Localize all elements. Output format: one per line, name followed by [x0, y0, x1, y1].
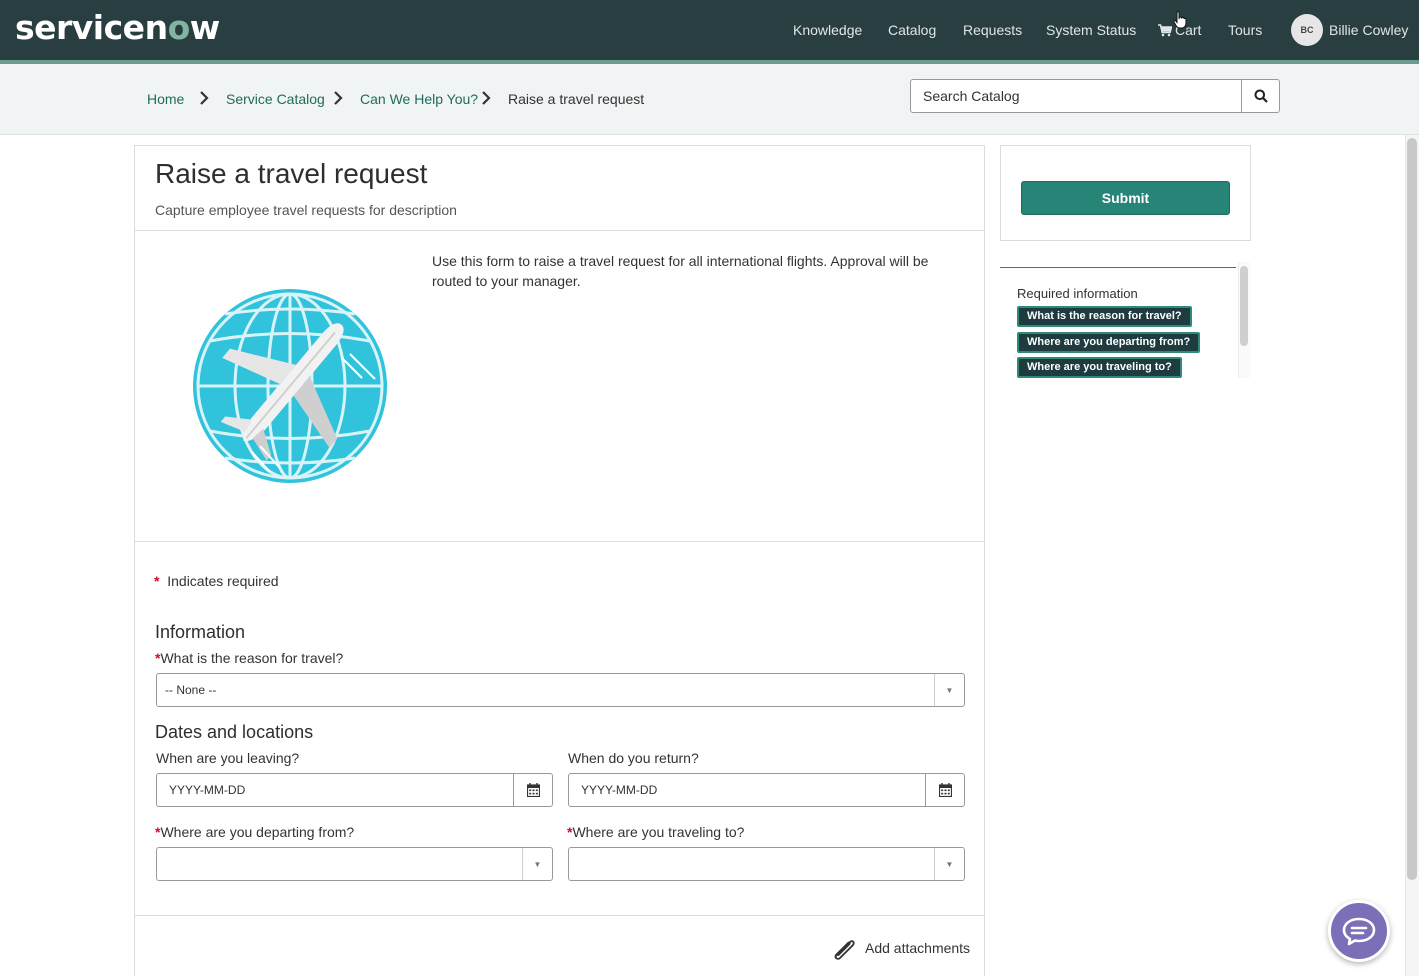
- nav-system-status[interactable]: System Status: [1046, 0, 1136, 60]
- calendar-button[interactable]: [925, 774, 964, 806]
- chevron-down-icon: ▼: [934, 848, 964, 880]
- page-subtitle: Capture employee travel requests for des…: [155, 202, 457, 218]
- nav-tours[interactable]: Tours: [1228, 0, 1262, 60]
- required-note: * Indicates required: [154, 573, 279, 589]
- section-information: Information: [155, 622, 246, 642]
- leaving-date-value: YYYY-MM-DD: [169, 783, 246, 797]
- leaving-date-field[interactable]: YYYY-MM-DD: [156, 773, 553, 807]
- nav-catalog[interactable]: Catalog: [888, 0, 936, 60]
- chat-button[interactable]: [1328, 900, 1390, 962]
- breadcrumb-home[interactable]: Home: [147, 91, 184, 107]
- search-icon: [1254, 89, 1268, 103]
- breadcrumb-service-catalog[interactable]: Service Catalog: [226, 91, 325, 107]
- required-info-scroll-thumb[interactable]: [1240, 266, 1248, 346]
- page-title: Raise a travel request: [155, 158, 428, 189]
- search-button[interactable]: [1241, 79, 1280, 113]
- catalog-item-card: Raise a travel request Capture employee …: [134, 145, 985, 976]
- calendar-icon: [526, 783, 540, 797]
- chat-icon: [1342, 917, 1376, 946]
- breadcrumb-can-we-help[interactable]: Can We Help You?: [360, 91, 478, 107]
- page-scroll-thumb[interactable]: [1407, 138, 1417, 880]
- departing-label: *Where are you departing from?: [155, 824, 355, 840]
- required-star: *: [154, 573, 160, 589]
- item-description: Use this form to raise a travel request …: [432, 253, 929, 289]
- required-tag-departing[interactable]: Where are you departing from?: [1017, 332, 1201, 353]
- chevron-down-icon: ▼: [934, 674, 964, 706]
- calendar-button[interactable]: [513, 774, 552, 806]
- return-date-field[interactable]: YYYY-MM-DD: [568, 773, 965, 807]
- destination-label: *Where are you traveling to?: [567, 824, 745, 840]
- chevron-down-icon: ▼: [522, 848, 552, 880]
- departing-select[interactable]: ▼: [156, 847, 553, 881]
- servicenow-logo[interactable]: servicenow: [15, 8, 220, 47]
- leaving-label: When are you leaving?: [156, 750, 300, 766]
- chevron-right-icon: [482, 91, 491, 105]
- required-tag-destination[interactable]: Where are you traveling to?: [1017, 357, 1182, 378]
- destination-select[interactable]: ▼: [568, 847, 965, 881]
- user-name[interactable]: Billie Cowley: [1329, 0, 1408, 60]
- add-attachments-button[interactable]: Add attachments: [830, 936, 970, 960]
- breadcrumb-current: Raise a travel request: [508, 91, 645, 107]
- add-attachments-label: Add attachments: [865, 940, 971, 956]
- chevron-right-icon: [334, 91, 343, 105]
- hand-cursor-icon: [1173, 11, 1187, 29]
- cart-icon: [1158, 23, 1172, 36]
- required-info-title: Required information: [1017, 286, 1138, 301]
- section-dates-locations: Dates and locations: [155, 722, 314, 742]
- submit-button[interactable]: Submit: [1021, 181, 1230, 215]
- divider: [135, 915, 984, 916]
- calendar-icon: [938, 783, 952, 797]
- paperclip-icon: [834, 940, 855, 960]
- required-tag-reason[interactable]: What is the reason for travel?: [1017, 306, 1192, 327]
- card-header: Raise a travel request Capture employee …: [135, 146, 984, 231]
- nav-requests[interactable]: Requests: [963, 0, 1022, 60]
- required-info-divider: [1000, 267, 1236, 268]
- return-date-value: YYYY-MM-DD: [581, 783, 658, 797]
- reason-select-value: -- None --: [165, 683, 217, 697]
- reason-label: *What is the reason for travel?: [155, 650, 344, 666]
- reason-select[interactable]: -- None -- ▼: [156, 673, 965, 707]
- chevron-right-icon: [200, 91, 209, 105]
- search-catalog-input[interactable]: Search Catalog: [910, 79, 1242, 113]
- globe-airplane-icon: [193, 289, 387, 483]
- avatar[interactable]: BC: [1291, 14, 1323, 46]
- nav-cart[interactable]: Cart: [1158, 0, 1201, 60]
- nav-knowledge[interactable]: Knowledge: [793, 0, 862, 60]
- submit-panel: Submit: [1000, 145, 1251, 241]
- divider: [135, 541, 984, 542]
- return-label: When do you return?: [568, 750, 699, 766]
